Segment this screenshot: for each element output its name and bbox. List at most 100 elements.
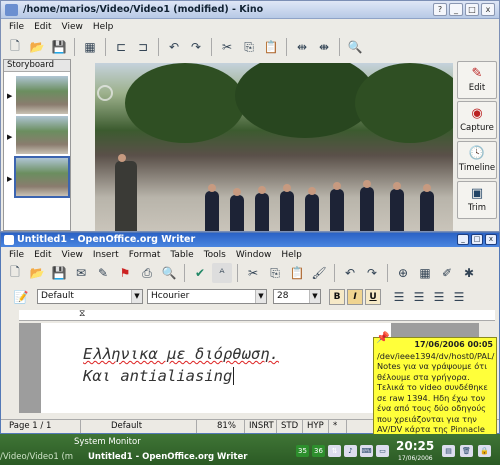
writer-menu-help[interactable]: Help	[281, 250, 302, 260]
writer-menu-edit[interactable]: Edit	[34, 250, 51, 260]
insert-mode-status[interactable]: INSRT	[245, 420, 277, 433]
font-size-select[interactable]: 28 ▼	[273, 289, 321, 304]
writer-menu-tools[interactable]: Tools	[204, 250, 226, 260]
minimize-button[interactable]: _	[449, 3, 463, 16]
save-icon[interactable]: 💾	[49, 263, 69, 283]
writer-menu-format[interactable]: Format	[129, 250, 161, 260]
redo-icon[interactable]: ↷	[362, 263, 382, 283]
font-name-select[interactable]: Hcourier ▼	[147, 289, 267, 304]
redo-icon[interactable]: ↷	[186, 37, 206, 57]
edit-file-icon[interactable]: ✎	[93, 263, 113, 283]
tray-cpu-number[interactable]: 35	[296, 445, 309, 457]
navigator-icon[interactable]: ✱	[459, 263, 479, 283]
capture-mode-button[interactable]: ◉ Capture	[457, 101, 497, 139]
open-icon[interactable]: 📂	[27, 263, 47, 283]
chevron-down-icon[interactable]: ▼	[131, 290, 142, 303]
new-document-icon[interactable]: 🗋	[5, 263, 25, 283]
paste-icon[interactable]: 📋	[287, 263, 307, 283]
mark-in-icon[interactable]: ⊏	[111, 37, 131, 57]
task-writer[interactable]: Untitled1 - OpenOffice.org Writer	[88, 452, 247, 462]
move-icon[interactable]	[97, 85, 113, 101]
export-pdf-icon[interactable]: ⚑	[115, 263, 135, 283]
network-icon[interactable]: ⇅	[328, 445, 341, 457]
justify-icon[interactable]: ☰	[449, 287, 469, 307]
edit-mode-button[interactable]: ✎ Edit	[457, 61, 497, 99]
close-button[interactable]: x	[481, 3, 495, 16]
indent-marker-icon[interactable]: ⧖	[79, 309, 85, 319]
save-icon[interactable]: 💾	[49, 37, 69, 57]
paste-icon[interactable]: 📋	[261, 37, 281, 57]
join-scene-icon[interactable]: ⇼	[314, 37, 334, 57]
align-right-icon[interactable]: ☰	[429, 287, 449, 307]
zoom-status[interactable]: 81%	[213, 420, 245, 433]
volume-icon[interactable]: ♪	[344, 445, 357, 457]
writer-menu-insert[interactable]: Insert	[93, 250, 119, 260]
horizontal-ruler[interactable]: ⧖	[19, 309, 495, 321]
show-draw-icon[interactable]: ✐	[437, 263, 457, 283]
expand-arrow-icon[interactable]: ▶	[7, 92, 12, 100]
writer-minimize-button[interactable]: _	[457, 234, 469, 245]
undo-icon[interactable]: ↶	[164, 37, 184, 57]
desktop-icon[interactable]: ▤	[442, 445, 455, 457]
table-icon[interactable]: ▦	[415, 263, 435, 283]
clock[interactable]: 20:25	[396, 439, 434, 453]
italic-button[interactable]: I	[347, 289, 363, 305]
menu-help[interactable]: Help	[93, 22, 114, 32]
display-icon[interactable]: ▭	[376, 445, 389, 457]
cut-icon[interactable]: ✂	[243, 263, 263, 283]
copy-icon[interactable]: ⎘	[239, 37, 259, 57]
scene-icon[interactable]: ▦	[80, 37, 100, 57]
trash-icon[interactable]: 🗑	[460, 445, 473, 457]
writer-menu-table[interactable]: Table	[170, 250, 193, 260]
menu-file[interactable]: File	[9, 22, 24, 32]
storyboard-thumbnail[interactable]	[16, 116, 68, 154]
writer-close-button[interactable]: x	[485, 234, 497, 245]
expand-arrow-icon[interactable]: ▶	[7, 175, 12, 183]
cut-icon[interactable]: ✂	[217, 37, 237, 57]
hyperlink-mode-status[interactable]: HYP	[303, 420, 329, 433]
new-file-icon[interactable]: 🗋	[5, 37, 25, 57]
task-system-monitor[interactable]: System Monitor	[74, 437, 141, 447]
writer-menu-view[interactable]: View	[62, 250, 83, 260]
print-preview-icon[interactable]: 🔍	[159, 263, 179, 283]
align-center-icon[interactable]: ☰	[409, 287, 429, 307]
undo-icon[interactable]: ↶	[340, 263, 360, 283]
help-window-button[interactable]: ?	[433, 3, 447, 16]
selection-mode-status[interactable]: STD	[277, 420, 303, 433]
tray-temp-number[interactable]: 36	[312, 445, 325, 457]
paragraph-style-select[interactable]: Default ▼	[37, 289, 143, 304]
open-folder-icon[interactable]: 📂	[27, 37, 47, 57]
print-icon[interactable]: ⎙	[137, 263, 157, 283]
trim-mode-button[interactable]: ▣ Trim	[457, 181, 497, 219]
menu-view[interactable]: View	[62, 22, 83, 32]
lock-icon[interactable]: 🔒	[478, 445, 491, 457]
autospellcheck-icon[interactable]: ᴬ	[212, 263, 232, 283]
timeline-mode-button[interactable]: 🕓 Timeline	[457, 141, 497, 179]
writer-maximize-button[interactable]: □	[471, 234, 483, 245]
copy-icon[interactable]: ⎘	[265, 263, 285, 283]
keyboard-layout-icon[interactable]: ⌨	[360, 445, 373, 457]
maximize-button[interactable]: □	[465, 3, 479, 16]
document-page[interactable]: Ελληνικα με διόρθωση. Και antialiasing	[41, 323, 391, 413]
expand-arrow-icon[interactable]: ▶	[7, 133, 12, 141]
mark-out-icon[interactable]: ⊐	[133, 37, 153, 57]
format-paintbrush-icon[interactable]: 🖌	[309, 263, 329, 283]
underline-button[interactable]: U	[365, 289, 381, 305]
hyperlink-icon[interactable]: ⊕	[393, 263, 413, 283]
align-left-icon[interactable]: ☰	[389, 287, 409, 307]
storyboard-thumbnail-selected[interactable]	[14, 156, 70, 198]
menu-edit[interactable]: Edit	[34, 22, 51, 32]
chevron-down-icon[interactable]: ▼	[255, 290, 266, 303]
task-kino[interactable]: /Video/Video1 (m	[0, 452, 73, 462]
styles-icon[interactable]: 📝	[11, 287, 31, 307]
writer-menu-window[interactable]: Window	[236, 250, 272, 260]
spellcheck-icon[interactable]: ✔	[190, 263, 210, 283]
bold-button[interactable]: B	[329, 289, 345, 305]
zoom-icon[interactable]: 🔍	[345, 37, 365, 57]
storyboard-thumbnail[interactable]	[16, 76, 68, 114]
sticky-note[interactable]: 📌 17/06/2006 00:05 /dev/ieee1394/dv/host…	[373, 332, 497, 435]
mail-icon[interactable]: ✉	[71, 263, 91, 283]
page-style-status[interactable]: Default	[107, 420, 197, 433]
chevron-down-icon[interactable]: ▼	[309, 290, 320, 303]
writer-menu-file[interactable]: File	[9, 250, 24, 260]
